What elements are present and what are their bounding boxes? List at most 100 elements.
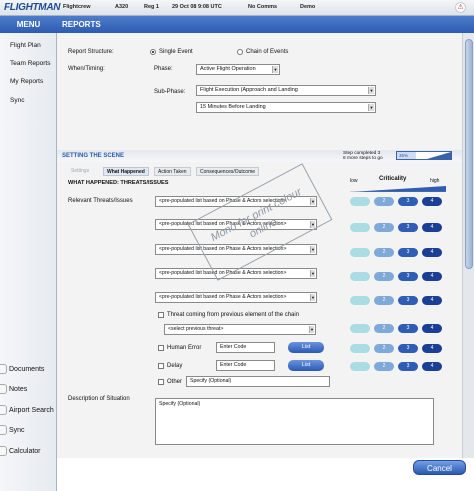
chain-of-events-radio[interactable] (237, 49, 243, 55)
delay-list-button[interactable]: List (288, 360, 324, 371)
sidebar-item-airport-search[interactable]: Airport Search (0, 402, 57, 420)
other-label: Other (167, 379, 183, 385)
sub-phase-select[interactable]: Flight Execution (Approach and Landing ▼ (196, 85, 376, 96)
criticality-1-button[interactable]: 1 (350, 344, 370, 353)
aircraft-label: A320 (115, 4, 129, 10)
datetime-label: 29 Oct 08 9:08 UTC (172, 4, 222, 10)
previous-threat-select[interactable]: <select previous threat> ▼ (164, 324, 316, 335)
chevron-down-icon: ▼ (368, 104, 374, 111)
criticality-3-button[interactable]: 3 (398, 362, 418, 371)
criticality-1-button[interactable]: 1 (350, 223, 370, 232)
delay-checkbox[interactable] (158, 363, 164, 369)
previous-threat-placeholder: <select previous threat> (168, 326, 224, 332)
criticality-low-label: low (350, 178, 358, 184)
criticality-gauge (350, 186, 446, 192)
criticality-3-button[interactable]: 3 (398, 197, 418, 206)
other-checkbox[interactable] (158, 379, 164, 385)
single-event-radio[interactable] (150, 49, 156, 55)
criticality-4-button[interactable]: 4 (422, 272, 442, 281)
criticality-1-button[interactable]: 1 (350, 272, 370, 281)
tab-handle-icon (0, 384, 7, 394)
criticality-4-button[interactable]: 4 (422, 248, 442, 257)
criticality-4-button[interactable]: 4 (422, 324, 442, 333)
sub-phase-label: Sub-Phase: (154, 89, 186, 95)
criticality-2-button[interactable]: 2 (374, 223, 394, 232)
delay-code-input[interactable]: Enter Code (216, 360, 275, 371)
tab-handle-icon (0, 364, 7, 374)
chevron-down-icon: ▼ (309, 326, 314, 333)
report-structure-label: Report Structure: (68, 49, 114, 55)
registration-label: Reg 1 (144, 4, 159, 10)
criticality-1-button[interactable]: 1 (350, 324, 370, 333)
criticality-2-button[interactable]: 2 (374, 197, 394, 206)
sub-phase-value: Flight Execution (Approach and Landing (200, 87, 298, 93)
phase-select[interactable]: Active Flight Operation ▼ (196, 64, 280, 75)
sub-phase-detail-value: 15 Minutes Before Landing (200, 104, 266, 110)
criticality-wedge (350, 186, 446, 192)
tab-settings[interactable]: Settings (68, 167, 92, 176)
sidebar-item-sync[interactable]: Sync (10, 97, 24, 104)
description-textarea[interactable]: Specify (Optional) (155, 398, 434, 445)
section-title: WHAT HAPPENED: THREATS/ISSUES (68, 180, 169, 186)
criticality-2-button[interactable]: 2 (374, 362, 394, 371)
sub-phase-detail-select[interactable]: 15 Minutes Before Landing ▼ (196, 102, 376, 113)
tab-consequences-outcome[interactable]: Consequences/Outcome (196, 167, 260, 176)
threat-chain-label: Threat coming from previous element of t… (167, 312, 300, 318)
single-event-label: Single Event (159, 49, 193, 55)
cancel-button[interactable]: Cancel (413, 460, 466, 475)
criticality-1-button[interactable]: 1 (350, 248, 370, 257)
criticality-1-button[interactable]: 1 (350, 362, 370, 371)
alert-icon[interactable]: ⚠ (455, 2, 466, 13)
criticality-3-button[interactable]: 3 (398, 248, 418, 257)
menu-header: MENU (0, 16, 57, 33)
sidebar-item-team-reports[interactable]: Team Reports (10, 60, 50, 67)
app-logo: FLIGHTMAN (4, 2, 61, 13)
top-status-bar: FLIGHTMAN Flightcrew A320 Reg 1 29 Oct 0… (0, 0, 474, 16)
criticality-4-button[interactable]: 4 (422, 344, 442, 353)
criticality-4-button[interactable]: 4 (422, 223, 442, 232)
criticality-4-button[interactable]: 4 (422, 197, 442, 206)
criticality-1-button[interactable]: 1 (350, 296, 370, 305)
criticality-4-button[interactable]: 4 (422, 296, 442, 305)
human-error-checkbox[interactable] (158, 345, 164, 351)
criticality-3-button[interactable]: 3 (398, 324, 418, 333)
sidebar-item-my-reports[interactable]: My Reports (10, 78, 43, 85)
chevron-down-icon: ▼ (368, 87, 374, 94)
criticality-3-button[interactable]: 3 (398, 296, 418, 305)
sidebar-item-label: Notes (9, 386, 28, 393)
tab-handle-icon (0, 446, 7, 456)
sidebar-item-flight-plan[interactable]: Flight Plan (10, 42, 41, 49)
criticality-2-button[interactable]: 2 (374, 272, 394, 281)
chevron-down-icon: ▼ (310, 294, 315, 301)
criticality-2-button[interactable]: 2 (374, 248, 394, 257)
sidebar-item-documents[interactable]: Documents (0, 361, 57, 379)
tab-action-taken[interactable]: Action Taken (154, 167, 191, 176)
human-error-label: Human Error (167, 345, 202, 351)
threat-select-5[interactable]: <pre-populated list based on Phase & Act… (155, 292, 317, 303)
steps-to-go: 6 more steps to go (343, 156, 383, 161)
criticality-4-button[interactable]: 4 (422, 362, 442, 371)
sidebar-item-calculator[interactable]: Calculator (0, 443, 57, 461)
threat-chain-checkbox[interactable] (158, 312, 164, 318)
sidebar-item-label: Sync (9, 427, 25, 434)
human-error-code-input[interactable]: Enter Code (216, 342, 275, 353)
scrollbar-thumb[interactable] (465, 39, 473, 269)
chevron-down-icon: ▼ (310, 270, 315, 277)
other-specify-input[interactable]: Specify (Optional) (186, 376, 330, 387)
criticality-2-button[interactable]: 2 (374, 344, 394, 353)
human-error-list-button[interactable]: List (288, 342, 324, 353)
sidebar-item-notes[interactable]: Notes (0, 381, 57, 399)
criticality-3-button[interactable]: 3 (398, 272, 418, 281)
sidebar-item-sync-bottom[interactable]: Sync (0, 422, 57, 440)
progress-label: 35% (399, 153, 409, 158)
threat-placeholder: <pre-populated list based on Phase & Act… (159, 294, 287, 300)
tab-handle-icon (0, 405, 7, 415)
criticality-2-button[interactable]: 2 (374, 324, 394, 333)
tab-what-happened[interactable]: What Happened (103, 167, 149, 176)
criticality-3-button[interactable]: 3 (398, 344, 418, 353)
phase-label: Phase: (154, 66, 173, 72)
vertical-scrollbar[interactable] (462, 33, 474, 458)
criticality-2-button[interactable]: 2 (374, 296, 394, 305)
criticality-1-button[interactable]: 1 (350, 197, 370, 206)
criticality-3-button[interactable]: 3 (398, 223, 418, 232)
